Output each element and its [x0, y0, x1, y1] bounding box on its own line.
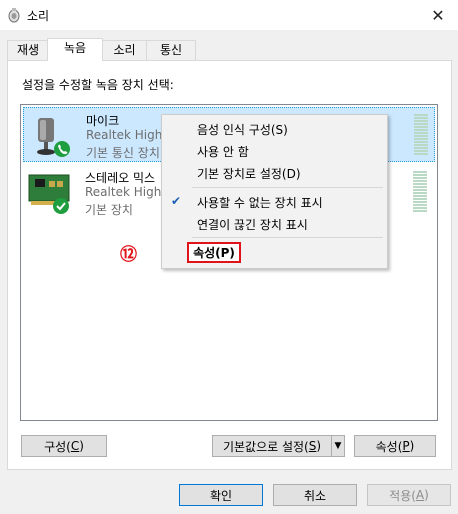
- close-button[interactable]: ✕: [418, 0, 458, 30]
- menu-separator: [192, 237, 383, 238]
- checkmark-icon: ✔: [171, 194, 182, 208]
- menu-item-show-disabled[interactable]: 사용할 수 없는 장치 표시: [197, 194, 323, 211]
- menu-item-set-default[interactable]: 기본 장치로 설정(D): [197, 165, 301, 182]
- ok-button[interactable]: 확인: [179, 484, 263, 506]
- device-name: 스테레오 믹스: [85, 171, 156, 185]
- microphone-icon: [37, 118, 70, 157]
- annotation-marker: ⑫: [120, 245, 137, 265]
- apply-button[interactable]: 적용(A): [367, 484, 451, 506]
- chevron-down-icon: ▼: [334, 441, 342, 451]
- tab-recording[interactable]: 녹음: [47, 38, 103, 61]
- set-default-button[interactable]: 기본값으로 설정(S): [212, 435, 332, 457]
- level-meter: [413, 171, 427, 213]
- level-meter: [414, 114, 428, 156]
- speaker-icon: [8, 8, 20, 23]
- tab-communications[interactable]: 통신: [146, 40, 196, 60]
- device-status: 기본 장치: [85, 203, 133, 217]
- tab-sounds[interactable]: 소리: [101, 40, 148, 60]
- title-bar: 소리 ✕: [0, 0, 458, 30]
- tab-playback[interactable]: 재생: [7, 40, 49, 60]
- menu-item-show-disconnected[interactable]: 연결이 끊긴 장치 표시: [197, 216, 308, 233]
- sound-card-icon: [28, 174, 70, 214]
- properties-button[interactable]: 속성(P): [354, 435, 436, 457]
- menu-separator: [192, 187, 383, 188]
- menu-item-configure-speech[interactable]: 음성 인식 구성(S): [197, 121, 288, 138]
- window-title: 소리: [27, 9, 50, 23]
- menu-item-disable[interactable]: 사용 안 함: [197, 143, 249, 160]
- device-name: 마이크: [86, 114, 120, 128]
- configure-button[interactable]: 구성(C): [21, 435, 107, 457]
- menu-item-properties[interactable]: 속성(P): [187, 242, 241, 263]
- close-icon: ✕: [431, 5, 445, 25]
- instruction-label: 설정을 수정할 녹음 장치 선택:: [22, 78, 174, 92]
- cancel-button[interactable]: 취소: [273, 484, 357, 506]
- set-default-dropdown-button[interactable]: ▼: [331, 435, 345, 457]
- device-status: 기본 통신 장치: [86, 146, 160, 160]
